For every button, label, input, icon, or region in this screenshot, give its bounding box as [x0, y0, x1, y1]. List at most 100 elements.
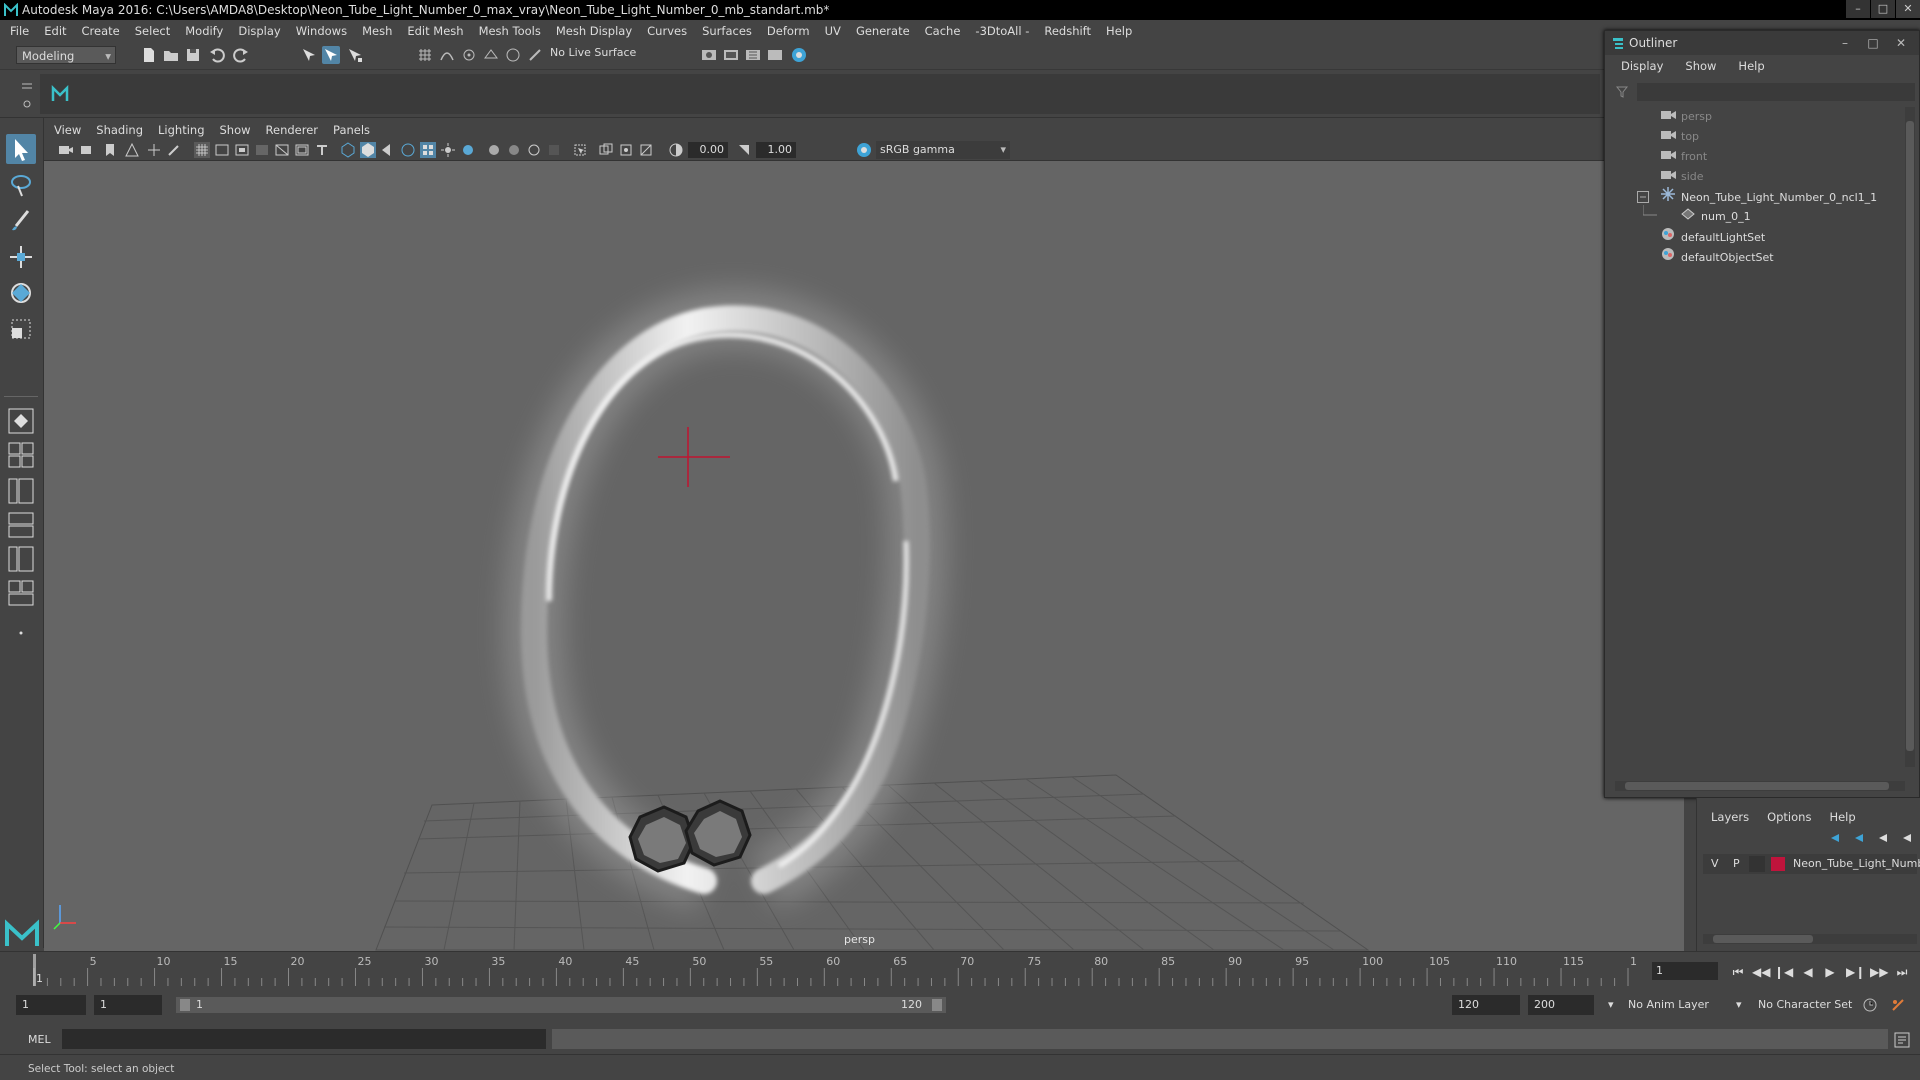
- gate-mask-icon[interactable]: [254, 142, 270, 158]
- menu-edit[interactable]: Edit: [44, 24, 66, 38]
- menu-file[interactable]: File: [10, 24, 29, 38]
- playback-start-field[interactable]: 1: [94, 995, 162, 1015]
- current-time-indicator[interactable]: [33, 954, 36, 986]
- field-chart-icon[interactable]: [274, 142, 290, 158]
- outliner-menu-display[interactable]: Display: [1621, 59, 1663, 73]
- multisample-aa-icon[interactable]: [526, 142, 542, 158]
- persp-hypershade-layout-button[interactable]: [6, 544, 36, 574]
- snap-point-icon[interactable]: [460, 46, 478, 64]
- layer-name[interactable]: Neon_Tube_Light_Numb: [1793, 854, 1920, 874]
- move-tool-button[interactable]: [6, 242, 36, 272]
- menu-edit-mesh[interactable]: Edit Mesh: [407, 24, 463, 38]
- xray-joints-icon[interactable]: [618, 142, 634, 158]
- lasso-tool-button[interactable]: [6, 170, 36, 200]
- outliner-item-default-object-set[interactable]: defaultObjectSet: [1661, 247, 1774, 267]
- snap-view-plane-icon[interactable]: [482, 46, 500, 64]
- snap-curve-icon[interactable]: [438, 46, 456, 64]
- layer-menu-options[interactable]: Options: [1767, 810, 1811, 824]
- exposure-field[interactable]: 0.00: [688, 142, 728, 158]
- render-view-icon[interactable]: [766, 46, 784, 64]
- layer-row[interactable]: V P Neon_Tube_Light_Numb: [1703, 854, 1920, 874]
- snap-live-icon[interactable]: [504, 46, 522, 64]
- scale-tool-button[interactable]: [6, 314, 36, 344]
- open-scene-icon[interactable]: [162, 46, 180, 64]
- layer-horizontal-scrollbar[interactable]: [1703, 934, 1917, 944]
- menu-3dtoall[interactable]: -3DtoAll -: [975, 24, 1029, 38]
- outliner-maximize-button[interactable]: □: [1859, 31, 1887, 55]
- textured-icon[interactable]: [420, 142, 436, 158]
- select-tool-button[interactable]: [6, 134, 36, 164]
- menu-deform[interactable]: Deform: [767, 24, 810, 38]
- grid-toggle-icon[interactable]: [194, 142, 210, 158]
- menu-redshift[interactable]: Redshift: [1044, 24, 1091, 38]
- viewport-persp[interactable]: persp: [44, 161, 1684, 951]
- range-bar[interactable]: 1 120: [176, 997, 946, 1013]
- time-slider-track[interactable]: 1 5 10 15 20 25 30 35 40 45 50 55 60 65 70 75 80 85 90 95 10…: [26, 954, 1636, 986]
- menu-windows[interactable]: Windows: [296, 24, 347, 38]
- ipr-render-icon[interactable]: [744, 46, 762, 64]
- outliner-item-side[interactable]: side: [1661, 167, 1704, 187]
- single-perspective-layout-button[interactable]: [6, 406, 36, 436]
- use-all-lights-icon[interactable]: [440, 142, 456, 158]
- maya-shelf-icon[interactable]: [50, 84, 70, 104]
- xray-icon[interactable]: [598, 142, 614, 158]
- make-live-icon[interactable]: [526, 46, 544, 64]
- current-frame-field[interactable]: 1: [1652, 962, 1718, 980]
- menu-display[interactable]: Display: [238, 24, 280, 38]
- layer-color-swatch[interactable]: [1771, 857, 1785, 871]
- select-hierarchy-icon[interactable]: [300, 46, 318, 64]
- animation-start-field[interactable]: 1: [16, 995, 86, 1015]
- animation-end-field[interactable]: 200: [1528, 995, 1594, 1015]
- shaded-wireframe-icon[interactable]: [400, 142, 416, 158]
- grease-pencil-icon[interactable]: [166, 142, 182, 158]
- outliner-menu-show[interactable]: Show: [1685, 59, 1716, 73]
- paint-select-tool-button[interactable]: [6, 206, 36, 236]
- toolbox-more-button[interactable]: [6, 618, 36, 648]
- menu-curves[interactable]: Curves: [647, 24, 687, 38]
- screen-space-ao-icon[interactable]: [486, 142, 502, 158]
- minimize-button[interactable]: –: [1846, 0, 1870, 18]
- menu-set-dropdown[interactable]: Modeling ▾: [16, 46, 116, 64]
- menu-select[interactable]: Select: [135, 24, 170, 38]
- step-forward-key-button[interactable]: ▶▶: [1870, 964, 1888, 980]
- panel-menu-renderer[interactable]: Renderer: [266, 123, 319, 137]
- resolution-gate-icon[interactable]: [234, 142, 250, 158]
- menu-help[interactable]: Help: [1106, 24, 1132, 38]
- camera-select-icon[interactable]: [58, 142, 74, 158]
- filter-icon[interactable]: [1615, 85, 1629, 99]
- image-plane-icon[interactable]: [124, 142, 140, 158]
- undo-icon[interactable]: [208, 46, 226, 64]
- menu-surfaces[interactable]: Surfaces: [702, 24, 752, 38]
- menu-create[interactable]: Create: [82, 24, 120, 38]
- select-object-icon[interactable]: [322, 46, 340, 64]
- save-scene-icon[interactable]: [184, 46, 202, 64]
- outliner-vertical-scrollbar[interactable]: [1905, 107, 1915, 767]
- go-to-start-button[interactable]: ⏮: [1730, 964, 1746, 980]
- new-scene-icon[interactable]: [140, 46, 158, 64]
- shadows-icon[interactable]: [460, 142, 476, 158]
- step-back-frame-button[interactable]: ❙◀: [1774, 964, 1793, 980]
- rotate-tool-button[interactable]: [6, 278, 36, 308]
- wireframe-icon[interactable]: [340, 142, 356, 158]
- isolate-select-icon[interactable]: [572, 142, 588, 158]
- persp-uv-layout-button[interactable]: [6, 578, 36, 608]
- animation-preferences-icon[interactable]: [1890, 997, 1906, 1013]
- menu-mesh[interactable]: Mesh: [362, 24, 392, 38]
- range-end-handle[interactable]: [932, 999, 942, 1011]
- redo-icon[interactable]: [232, 46, 250, 64]
- time-slider[interactable]: 1 5 10 15 20 25 30 35 40 45 50 55 60 65 70 75 80 85 90 95 10…: [0, 951, 1920, 987]
- collapse-toggle-icon[interactable]: [1637, 191, 1649, 203]
- layer-reference-toggle[interactable]: [1749, 856, 1765, 872]
- outliner-item-neon-group[interactable]: Neon_Tube_Light_Number_0_ncl1_1: [1661, 187, 1877, 207]
- outliner-horizontal-scrollbar[interactable]: [1615, 781, 1905, 791]
- outliner-close-button[interactable]: ✕: [1887, 31, 1915, 55]
- outliner-item-top[interactable]: top: [1661, 127, 1699, 147]
- layer-menu-layers[interactable]: Layers: [1711, 810, 1749, 824]
- safe-title-icon[interactable]: [314, 142, 330, 158]
- default-material-icon[interactable]: [380, 142, 396, 158]
- character-set-dropdown[interactable]: No Character Set: [1758, 995, 1852, 1015]
- outliner-title-bar[interactable]: Outliner – □ ✕: [1605, 31, 1919, 55]
- camera-attributes-icon[interactable]: [80, 142, 96, 158]
- step-back-key-button[interactable]: ◀◀: [1752, 964, 1770, 980]
- persp-outliner-layout-button[interactable]: [6, 476, 36, 506]
